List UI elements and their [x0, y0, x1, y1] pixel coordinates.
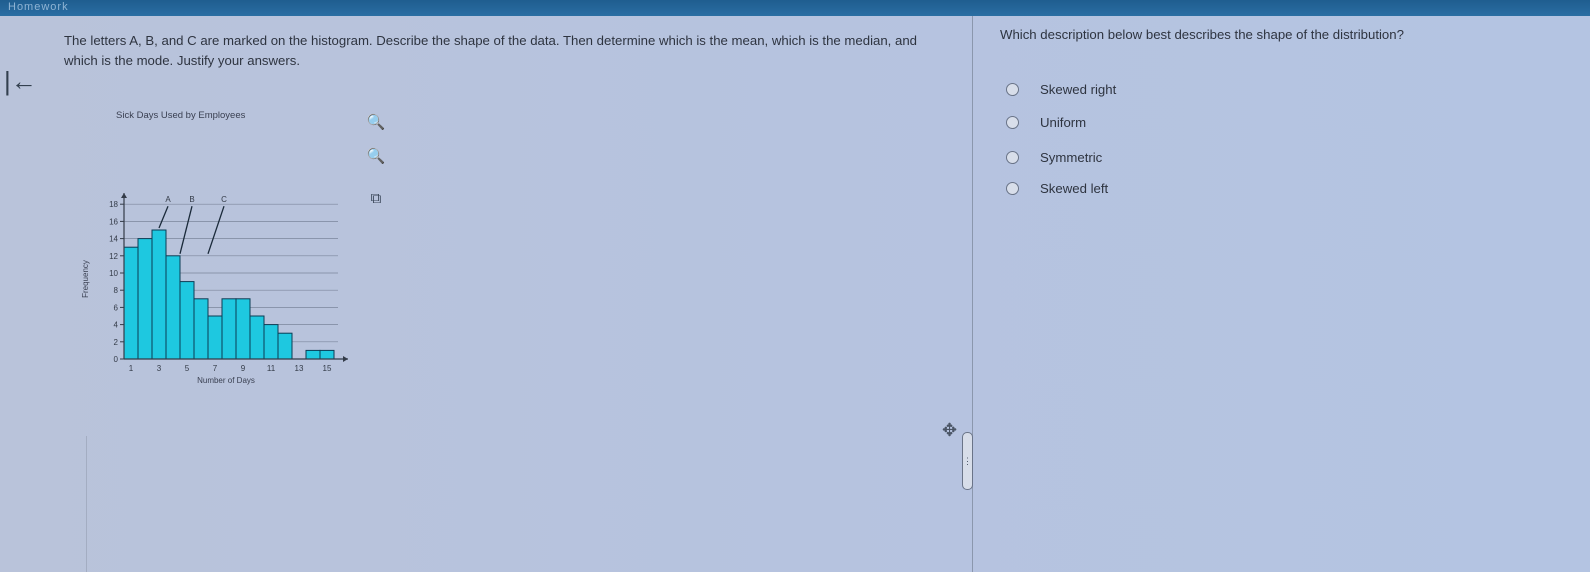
marker-arrow — [207, 205, 225, 255]
x-axis-label: Number of Days — [197, 376, 255, 385]
radio-button[interactable] — [1006, 181, 1019, 195]
option-label: Skewed left — [1040, 180, 1109, 196]
marker-label: C — [221, 195, 227, 204]
histogram-bar — [165, 255, 181, 360]
top-bar: Homework — [0, 0, 1590, 16]
x-tick-label: 11 — [267, 364, 276, 373]
app-title: Homework — [8, 1, 69, 13]
option-label: Uniform — [1040, 114, 1087, 130]
x-tick-label: 3 — [157, 364, 162, 373]
zoom-in-icon[interactable]: 🔍 — [365, 112, 387, 134]
x-tick-label: 5 — [185, 364, 190, 373]
panel-resize-handle[interactable]: ⋮ — [962, 432, 973, 490]
radio-button[interactable] — [1006, 150, 1019, 164]
y-tick-label: 2 — [114, 338, 119, 347]
marker-arrow — [158, 205, 169, 229]
histogram-chart: Sick Days Used by Employees Frequency Nu… — [81, 110, 348, 385]
option-uniform[interactable]: Uniform — [1006, 112, 1086, 132]
histogram-bar — [277, 332, 293, 360]
option-label: Symmetric — [1040, 149, 1103, 165]
marker-arrow — [179, 206, 193, 254]
x-tick-label: 15 — [323, 364, 332, 373]
question-panel: |← The letters A, B, and C are marked on… — [0, 16, 1590, 572]
y-tick-label: 8 — [114, 286, 119, 295]
y-axis-arrow — [121, 193, 127, 199]
y-tick-label: 16 — [109, 217, 118, 226]
y-tick-label: 12 — [109, 252, 118, 261]
x-tick-label: 7 — [213, 364, 218, 373]
y-tick-label: 18 — [109, 200, 118, 209]
x-tick-label: 1 — [129, 364, 134, 373]
open-external-icon[interactable]: ⧉ — [365, 188, 387, 210]
histogram-bar — [305, 349, 321, 360]
y-axis-label: Frequency — [81, 260, 90, 298]
back-arrow-icon[interactable]: |← — [4, 66, 37, 97]
zoom-out-icon[interactable]: 🔍 — [365, 146, 387, 168]
prompt-text: Which description below best describes t… — [1000, 27, 1404, 42]
bars — [123, 229, 335, 360]
question-text: The letters A, B, and C are marked on th… — [64, 33, 918, 68]
y-tick-label: 0 — [114, 355, 119, 364]
histogram-bar — [151, 229, 167, 360]
histogram-bar — [319, 349, 335, 360]
histogram-bar — [137, 238, 153, 360]
histogram-bar — [235, 298, 251, 360]
y-tick-label: 4 — [114, 321, 119, 330]
y-tick-label: 6 — [114, 303, 119, 312]
x-tick-label: 9 — [241, 364, 246, 373]
histogram-bar — [207, 315, 223, 360]
option-skewed-left[interactable]: Skewed left — [1006, 178, 1108, 198]
histogram-bar — [221, 298, 237, 360]
histogram-bar — [193, 298, 209, 360]
move-icon[interactable]: ✥ — [942, 420, 957, 441]
histogram-bar — [179, 281, 195, 360]
marker-label: B — [189, 195, 194, 204]
histogram-bar — [263, 324, 279, 360]
y-tick-label: 14 — [109, 235, 118, 244]
gutter-line — [86, 436, 87, 572]
marker-label: A — [165, 195, 171, 204]
panel-divider — [972, 16, 973, 572]
x-axis-arrow — [343, 356, 348, 362]
radio-button[interactable] — [1006, 82, 1019, 96]
option-label: Skewed right — [1040, 81, 1117, 97]
radio-button[interactable] — [1006, 115, 1019, 129]
option-skewed-right[interactable]: Skewed right — [1006, 79, 1116, 99]
chart-title: Sick Days Used by Employees — [116, 110, 246, 121]
histogram-bar — [123, 246, 139, 360]
histogram-bar — [249, 315, 265, 360]
option-symmetric[interactable]: Symmetric — [1006, 147, 1102, 167]
y-tick-label: 10 — [109, 269, 118, 278]
x-tick-label: 13 — [295, 364, 304, 373]
